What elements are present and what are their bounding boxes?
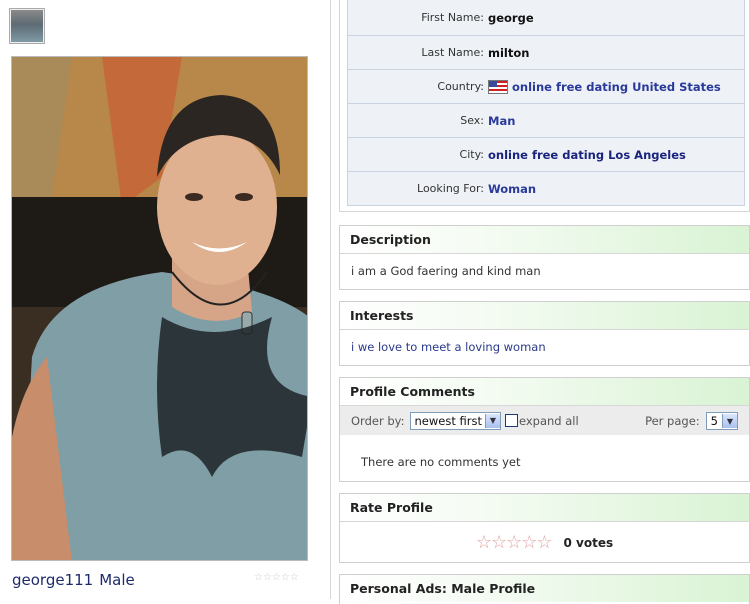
rating-stars-icon[interactable]: ☆☆☆☆☆ (476, 532, 553, 553)
personal-ads-section: Personal Ads: Male Profile (339, 574, 750, 604)
info-row-city: City: online free dating Los Angeles (348, 137, 744, 171)
description-header: Description (340, 226, 749, 254)
country-value[interactable]: online free dating United States (488, 79, 721, 94)
profile-name-caption: george111 Male (12, 571, 141, 589)
last-name-label: Last Name: (421, 46, 484, 59)
gender-label: Male (99, 571, 135, 589)
expand-all-label[interactable]: expand all (519, 414, 579, 428)
looking-for-value[interactable]: Woman (488, 182, 536, 196)
per-page-control: Per page: 5 ▼ (645, 412, 738, 430)
order-by-label: Order by: (351, 413, 405, 428)
order-by-selected: newest first (414, 413, 482, 428)
votes-count: 0 votes (563, 535, 614, 550)
profile-info-box: First Name: george Last Name: milton Cou… (339, 0, 750, 212)
info-row-last-name: Last Name: milton (348, 35, 744, 69)
rate-profile-header: Rate Profile (340, 494, 749, 522)
profile-thumbnail[interactable] (9, 8, 45, 44)
chevron-down-icon: ▼ (484, 413, 500, 428)
per-page-selected: 5 (710, 414, 718, 428)
comments-section: Profile Comments Order by: newest first … (339, 377, 750, 482)
info-row-country: Country: online free dating United State… (348, 69, 744, 103)
profile-info-table: First Name: george Last Name: milton Cou… (347, 0, 745, 206)
comments-header: Profile Comments (340, 378, 749, 406)
per-page-label: Per page: (645, 414, 700, 428)
expand-all-checkbox[interactable] (504, 414, 518, 427)
city-label: City: (459, 148, 484, 161)
description-text: i am a God faering and kind man (351, 264, 541, 278)
interests-text: i we love to meet a loving woman (351, 340, 546, 354)
personal-ads-header: Personal Ads: Male Profile (340, 575, 749, 602)
info-row-looking-for: Looking For: Woman (348, 171, 744, 205)
username-label: george111 (12, 571, 94, 589)
first-name-label: First Name: (421, 11, 484, 24)
profile-photo-column: george111 Male ☆☆☆☆☆ (0, 0, 331, 599)
us-flag-icon (488, 79, 508, 94)
sex-label: Sex: (460, 114, 484, 127)
thumbnail-image (11, 10, 43, 42)
rating-row: ☆☆☆☆☆ 0 votes (340, 522, 749, 563)
sex-value[interactable]: Man (488, 114, 515, 128)
per-page-select[interactable]: 5 ▼ (705, 412, 738, 430)
mini-rating-stars-icon: ☆☆☆☆☆ (254, 572, 299, 583)
interests-header: Interests (340, 302, 749, 330)
info-row-first-name: First Name: george (348, 0, 744, 35)
profile-photo-image (12, 57, 307, 560)
rate-profile-section: Rate Profile ☆☆☆☆☆ 0 votes (339, 493, 750, 563)
country-label: Country: (437, 80, 484, 93)
description-section: Description i am a God faering and kind … (339, 225, 750, 290)
info-row-sex: Sex: Man (348, 103, 744, 137)
order-by-select[interactable]: newest first ▼ (410, 411, 501, 430)
chevron-down-icon: ▼ (722, 414, 737, 428)
country-link[interactable]: online free dating United States (512, 80, 721, 94)
first-name-value: george (488, 10, 534, 25)
last-name-value: milton (488, 45, 530, 60)
interests-section: Interests i we love to meet a loving wom… (339, 301, 750, 366)
profile-photo[interactable] (11, 56, 308, 561)
looking-for-label: Looking For: (417, 182, 484, 195)
no-comments-text: There are no comments yet (361, 455, 521, 469)
comments-toolbar: Order by: newest first ▼ expand all Per … (340, 406, 749, 435)
city-value[interactable]: online free dating Los Angeles (488, 148, 686, 162)
